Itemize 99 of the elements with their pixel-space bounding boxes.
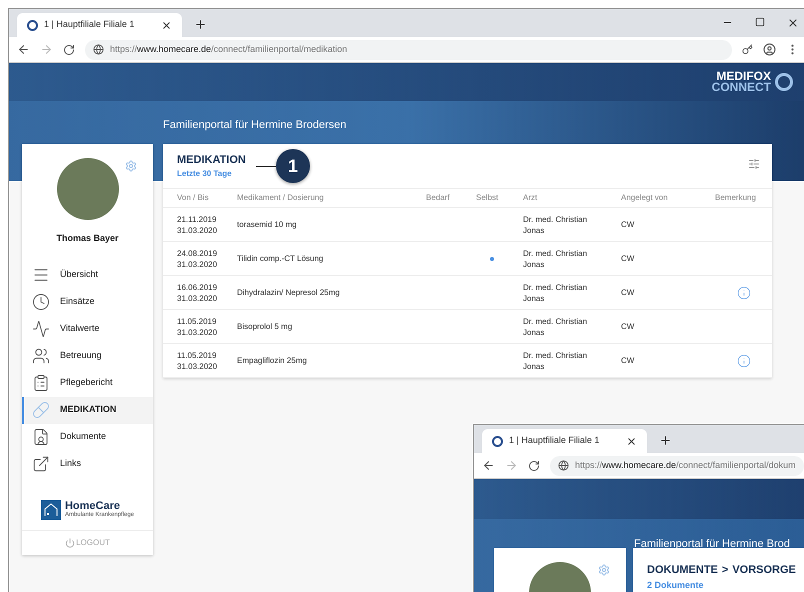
link-arrow-icon [32,455,50,473]
medication-name: torasemid 10 mg [237,218,298,230]
date-to: 31.03.2020 [177,224,218,236]
doctor-name: Jonas [523,292,546,304]
browser-tab[interactable]: 1 | Hauptfiliale Filiale 1 [17,13,182,37]
date-to: 31.03.2020 [177,326,218,338]
medication-name: Tilidin comp.-CT Lösung [237,252,324,264]
column-header: Bemerkung [715,192,757,204]
nav-item[interactable]: MEDIKATION [22,396,153,424]
url-text: https://www.homecare.de/connect/familienportal/dokum [575,458,796,472]
tab-title: 1 | Hauptfiliale Filiale 1 [44,18,136,32]
reload-icon[interactable] [528,460,540,472]
logo-name: HomeCare [64,501,120,512]
medication-name: Empagliflozin 25mg [237,354,308,366]
new-tab-icon[interactable] [194,18,207,31]
doctor-name: Dr. med. Christian [523,214,588,224]
portal-title: Familienportal für Hermine Brod [634,538,790,550]
table-row[interactable]: 24.08.2019 31.03.2020 Tilidin comp.-CT Lösung Dr. med. Christian Jonas CW [163,242,772,276]
url-text: https://www.homecare.de/connect/familienportal/medikation [110,42,348,56]
browser-tab[interactable]: 1 | Hauptfiliale Filiale 1 [482,429,647,453]
back-icon[interactable] [17,43,30,56]
portal-title: Familienportal für Hermine Brodersen [163,119,346,131]
doctor-name: Jonas [523,258,546,270]
tab-title: 1 | Hauptfiliale Filiale 1 [509,434,600,448]
card-subtitle: 2 Dokumente [647,578,705,592]
doctor-name: Jonas [523,224,546,236]
doctor-name: Dr. med. Christian [523,350,588,360]
nav-item[interactable]: Dokumente [22,424,153,450]
nav-item[interactable]: Betreuung [22,342,153,370]
column-header: Selbst [476,192,500,204]
nav-item[interactable]: Übersicht [22,262,153,288]
table-row[interactable]: 11.05.2019 31.03.2020 Empagliflozin 25mg Dr. med. Christian Jonas CW [163,344,772,378]
nav-item[interactable]: Einsätze [22,288,153,316]
nav-item[interactable]: Pflegebericht [22,370,153,396]
house-logo-icon [40,500,61,520]
date-from: 11.05.2019 [177,316,218,326]
column-header: Von / Bis [177,192,210,204]
maximize-icon[interactable] [755,17,765,27]
column-header: Angelegt von [621,192,669,204]
people-icon [32,347,50,365]
globe-icon [558,460,569,471]
new-tab-icon[interactable] [659,434,672,447]
address-field[interactable]: https://www.homecare.de/connect/familienportal/dokum [550,456,804,476]
created-by: CW [621,218,636,230]
doctor-name: Dr. med. Christian [523,316,588,326]
date-to: 31.03.2020 [177,292,218,304]
user-name: Thomas Bayer [56,232,119,245]
address-field[interactable]: https://www.homecare.de/connect/familienportal/medikation [85,40,732,60]
nav-item[interactable]: Links [22,450,153,478]
date-from: 16.06.2019 [177,282,218,292]
medication-name: Dihydralazin/ Nepresol 25mg [237,286,341,298]
power-icon [65,538,76,548]
tab-favicon-icon [492,436,503,446]
info-icon[interactable] [737,354,751,368]
callout-badge: 1 [276,149,310,183]
created-by: CW [621,320,636,332]
breadcrumb-item[interactable]: VORSORGE [732,562,796,578]
nav-item[interactable]: Vitalwerte [22,316,153,342]
created-by: CW [621,252,636,264]
doctor-name: Dr. med. Christian [523,282,588,292]
clipboard-icon [32,374,50,392]
close-tab-icon[interactable] [161,20,172,30]
doctor-name: Dr. med. Christian [523,248,588,258]
table-row[interactable]: 11.05.2019 31.03.2020 Bisoprolol 5 mg Dr. med. Christian Jonas CW [163,310,772,344]
created-by: CW [621,286,636,298]
created-by: CW [621,354,636,366]
table-row[interactable]: 16.06.2019 31.03.2020 Dihydralazin/ Nepresol 25mg Dr. med. Christian Jonas CW [163,276,772,310]
info-icon[interactable] [737,286,751,300]
date-from: 21.11.2019 [177,214,218,224]
date-from: 24.08.2019 [177,248,218,258]
ring-logo-icon [775,73,793,91]
reload-icon[interactable] [63,44,75,56]
table-row[interactable]: 21.11.2019 31.03.2020 torasemid 10 mg Dr. med. Christian Jonas CW [163,208,772,242]
breadcrumb-item[interactable]: DOKUMENTE [647,562,718,578]
column-header: Medikament / Dosierung [237,192,325,204]
close-tab-icon[interactable] [626,436,637,446]
breadcrumb-item: > [722,563,728,578]
globe-icon [93,44,104,55]
column-header: Arzt [523,192,538,204]
column-header: Bedarf [426,192,451,204]
pill-icon [32,401,50,419]
key-icon[interactable] [742,44,753,55]
brand-name: MEDIFOX [716,71,771,82]
tab-favicon-icon [27,20,38,30]
date-to: 31.03.2020 [177,360,218,372]
back-icon[interactable] [482,459,495,472]
doctor-name: Jonas [523,360,546,372]
date-from: 11.05.2019 [177,350,218,360]
filter-icon[interactable] [748,158,760,170]
close-window-icon[interactable] [787,17,799,29]
profile-icon[interactable] [763,43,776,56]
doctor-name: Jonas [523,326,546,338]
document-person-icon [32,428,50,446]
heartbeat-icon [32,320,50,338]
brand-name: CONNECT [712,82,771,93]
card-title: MEDIKATION [177,152,246,168]
medication-name: Bisoprolol 5 mg [237,320,294,332]
card-subtitle: Letzte 30 Tage [177,168,233,180]
date-to: 31.03.2020 [177,258,218,270]
